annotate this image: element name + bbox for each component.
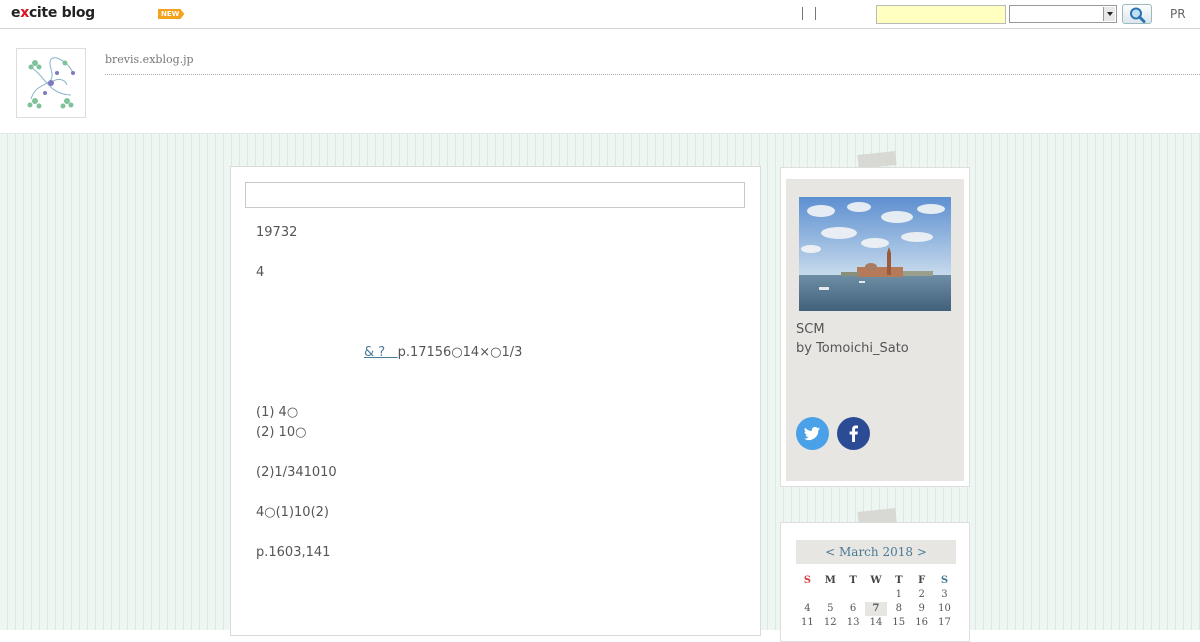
logo-suffix: cite blog	[28, 5, 95, 21]
search-scope-select[interactable]	[1009, 5, 1117, 23]
calendar-day[interactable]: 3	[933, 588, 956, 602]
profile-widget: SCM by Tomoichi_Sato	[780, 167, 970, 487]
calendar-next-button[interactable]: >	[917, 545, 927, 559]
calendar-prev-button[interactable]: <	[825, 545, 835, 559]
weekday-label: T	[895, 575, 903, 586]
calendar-day[interactable]: 16	[910, 616, 933, 630]
header-divider	[105, 74, 1200, 75]
weekday-label: S	[803, 575, 812, 586]
calendar-day-today[interactable]: 7	[864, 602, 888, 616]
calendar-day[interactable]: 17	[933, 616, 956, 630]
calendar-day[interactable]: 6	[842, 602, 865, 616]
new-badge[interactable]: NEW	[158, 9, 185, 19]
twitter-icon	[804, 426, 820, 441]
article-line: 4	[256, 265, 265, 280]
calendar-week: 1 2 3	[796, 588, 956, 602]
search-input[interactable]	[876, 5, 1006, 24]
calendar-day[interactable]: 13	[842, 616, 865, 630]
calendar-week: 4 5 6 7 8 9 10	[796, 602, 956, 616]
article-card: 19732 4 & ? p.17156○14×○1/3 (1) 4○ (2) 1…	[230, 166, 761, 636]
article-title	[245, 182, 745, 208]
profile-photo[interactable]	[799, 197, 951, 311]
reference-link[interactable]: & ?	[364, 345, 385, 360]
article-line: 19732	[256, 225, 298, 240]
chevron-down-icon[interactable]	[1103, 7, 1115, 21]
article-line: 4○(1)10(2)	[256, 505, 329, 520]
excite-blog-logo[interactable]: excite blog	[11, 5, 95, 21]
weekday-label: T	[849, 575, 857, 586]
logo-x: x	[20, 5, 29, 21]
search-icon	[1130, 7, 1146, 23]
weekday-label: S	[940, 575, 949, 586]
calendar-day[interactable]: 4	[796, 602, 819, 616]
nav-divider	[815, 7, 816, 20]
calendar-day[interactable]: 14	[865, 616, 888, 630]
article-line: (2) 10○	[256, 425, 307, 440]
calendar-day[interactable]: 11	[796, 616, 819, 630]
weekday-label: M	[824, 575, 836, 586]
venice-lagoon-image	[799, 197, 951, 311]
calendar-weekday-row: S M T W T F S	[796, 574, 956, 588]
calendar-day	[842, 588, 865, 602]
calendar-day	[796, 588, 819, 602]
calendar-day	[819, 588, 842, 602]
floral-emblem-icon	[27, 57, 75, 109]
calendar-day[interactable]: 10	[933, 602, 956, 616]
reference-text: p.17156○14×○1/3	[397, 345, 523, 360]
facebook-share-button[interactable]	[837, 417, 870, 450]
logo-prefix: e	[11, 5, 21, 21]
pr-label: PR	[1170, 7, 1186, 21]
calendar-day[interactable]: 1	[887, 588, 910, 602]
nav-divider	[802, 7, 803, 20]
calendar-header: < March 2018 >	[796, 540, 956, 564]
calendar-day[interactable]: 2	[910, 588, 933, 602]
facebook-icon	[849, 425, 858, 442]
calendar-day[interactable]: 9	[910, 602, 933, 616]
calendar-day	[865, 588, 888, 602]
calendar-week: 11 12 13 14 15 16 17	[796, 616, 956, 630]
weekday-label: W	[870, 575, 882, 586]
calendar-day[interactable]: 12	[819, 616, 842, 630]
calendar-day[interactable]: 15	[887, 616, 910, 630]
article-line: p.1603,141	[256, 545, 331, 560]
blog-header: brevis.exblog.jp	[0, 29, 1200, 134]
blog-name: SCM	[796, 322, 825, 337]
article-line: (2)1/341010	[256, 465, 337, 480]
article-line: (1) 4○	[256, 405, 299, 420]
calendar-day[interactable]: 8	[887, 602, 910, 616]
blog-avatar[interactable]	[16, 48, 86, 118]
calendar-grid: S M T W T F S 1 2 3 4 5 6 7 8 9 10 11 12…	[796, 574, 956, 630]
article-reference: & ? p.17156○14×○1/3	[364, 345, 522, 360]
search-button[interactable]	[1122, 4, 1152, 24]
calendar-widget: < March 2018 > S M T W T F S 1 2 3 4 5 6…	[780, 522, 970, 642]
calendar-month: March 2018	[839, 545, 913, 559]
calendar-day[interactable]: 5	[819, 602, 842, 616]
profile-panel: SCM by Tomoichi_Sato	[786, 179, 964, 481]
twitter-share-button[interactable]	[796, 417, 829, 450]
author-name[interactable]: by Tomoichi_Sato	[796, 341, 909, 356]
weekday-label: F	[918, 575, 926, 586]
top-bar: excite blog NEW PR	[0, 0, 1200, 29]
site-url[interactable]: brevis.exblog.jp	[105, 53, 194, 66]
